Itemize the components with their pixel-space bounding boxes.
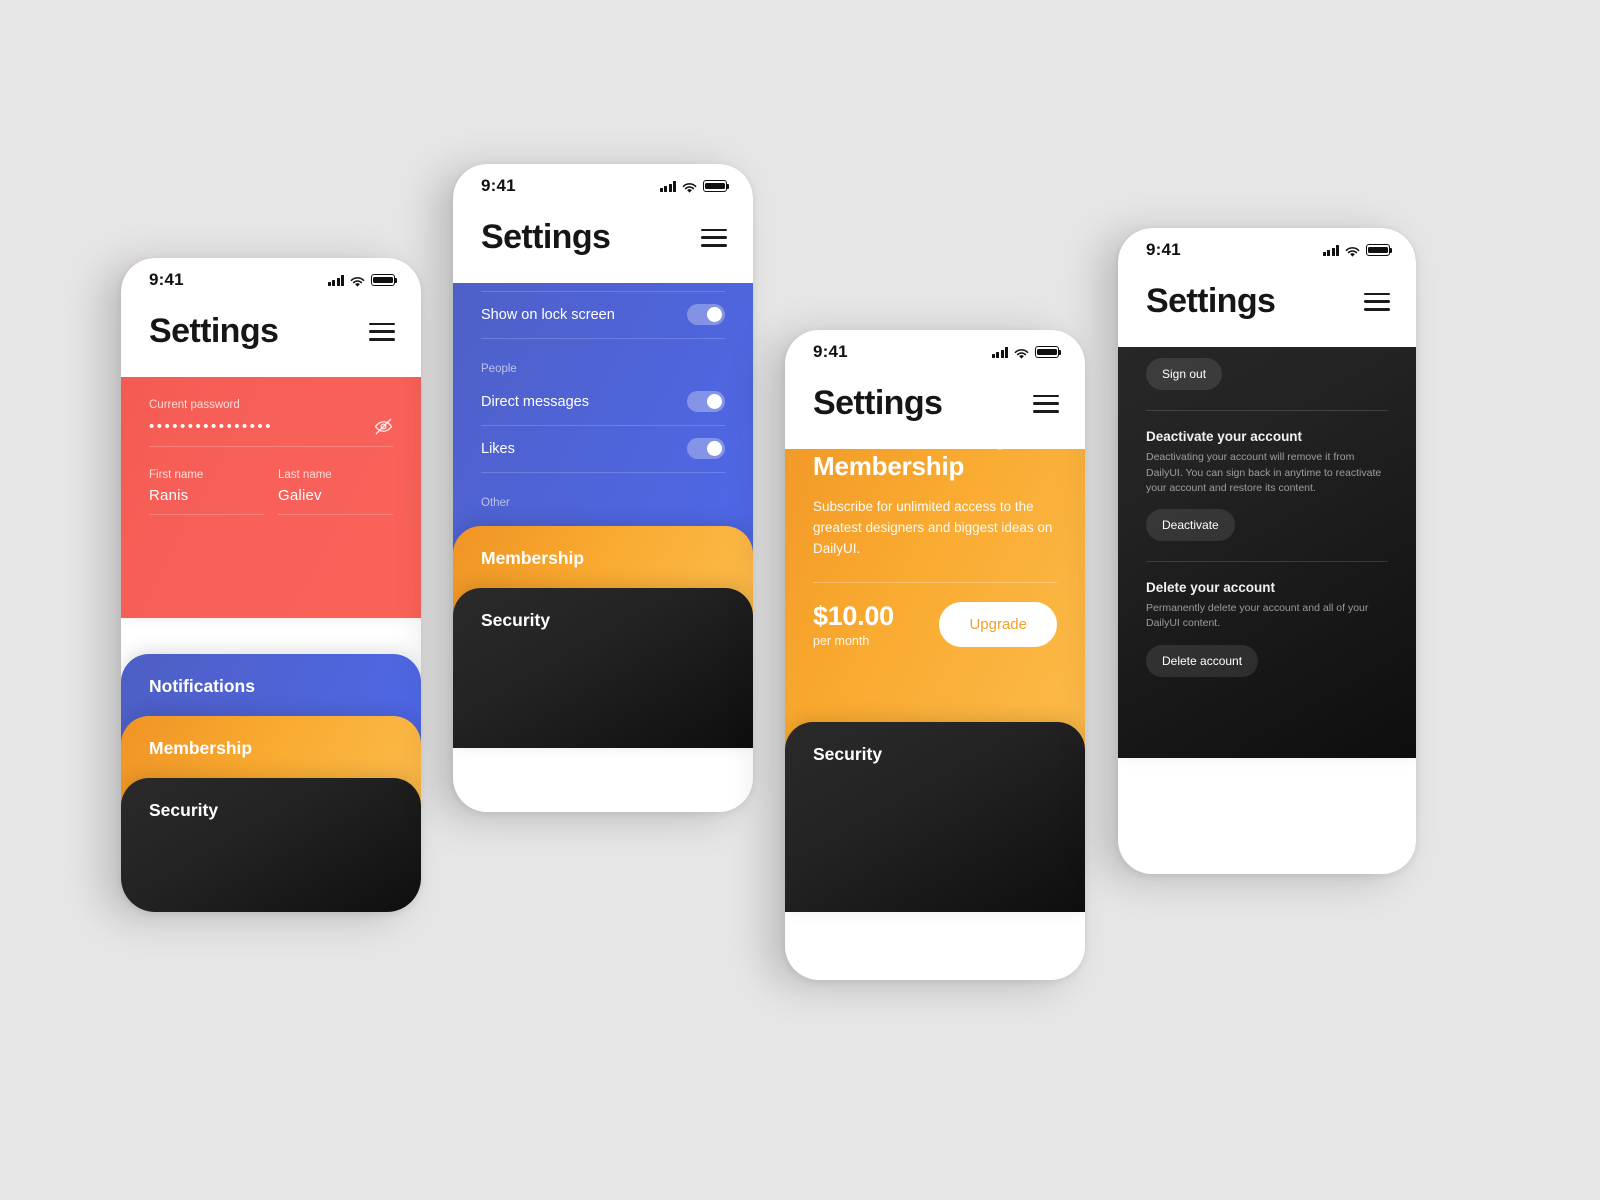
hamburger-menu-icon[interactable] bbox=[701, 228, 727, 247]
card-title: Membership bbox=[149, 738, 253, 758]
password-label: Current password bbox=[149, 399, 240, 411]
block-title: Delete your account bbox=[1146, 580, 1276, 596]
hamburger-menu-icon[interactable] bbox=[369, 322, 395, 341]
first-name-value: Ranis bbox=[149, 487, 189, 504]
page-title: Settings bbox=[813, 384, 943, 422]
hamburger-menu-icon[interactable] bbox=[1364, 292, 1390, 311]
status-time: 9:41 bbox=[1146, 240, 1181, 259]
page-title: Settings bbox=[1146, 282, 1276, 320]
status-icons bbox=[1322, 244, 1393, 257]
cellular-signal-icon bbox=[1322, 244, 1339, 256]
card-title: Security bbox=[149, 800, 219, 820]
card-security[interactable]: Security bbox=[121, 778, 421, 912]
cellular-signal-icon bbox=[327, 274, 344, 286]
battery-icon bbox=[1366, 244, 1393, 256]
divider bbox=[813, 581, 1057, 583]
phone-personal-information: 9:41 Settings Current password •••••••••… bbox=[121, 258, 421, 912]
phone-security: 9:41 Settings Sign out Deactivate your a… bbox=[1118, 228, 1416, 874]
sign-out-button[interactable]: Sign out bbox=[1146, 358, 1223, 391]
toggle-row-lock-screen[interactable]: Show on lock screen bbox=[481, 292, 725, 339]
status-icons bbox=[659, 180, 730, 193]
wifi-icon bbox=[682, 181, 697, 193]
card-title: Security bbox=[813, 744, 883, 764]
block-title: Deactivate your account bbox=[1146, 429, 1303, 445]
wifi-icon bbox=[1345, 245, 1360, 257]
block-body: Deactivating your account will remove it… bbox=[1146, 451, 1382, 494]
page-title: Settings bbox=[481, 218, 611, 256]
security-block-deactivate: Deactivate your account Deactivating you… bbox=[1146, 411, 1388, 542]
cellular-signal-icon bbox=[991, 346, 1008, 358]
toggle-label: Direct messages bbox=[481, 393, 589, 410]
last-name-value: Galiev bbox=[278, 487, 322, 504]
deactivate-button[interactable]: Deactivate bbox=[1146, 509, 1235, 542]
status-time: 9:41 bbox=[149, 270, 184, 289]
app-header: Settings bbox=[785, 374, 1085, 449]
password-field[interactable]: Current password •••••••••••••••• bbox=[149, 399, 393, 447]
first-name-field[interactable]: First name Ranis bbox=[149, 469, 264, 515]
card-security[interactable]: Security bbox=[453, 588, 753, 748]
status-time: 9:41 bbox=[813, 342, 848, 361]
cellular-signal-icon bbox=[659, 180, 676, 192]
battery-icon bbox=[703, 180, 730, 192]
app-header: Settings bbox=[453, 208, 753, 283]
wifi-icon bbox=[350, 275, 365, 287]
status-bar: 9:41 bbox=[121, 258, 421, 302]
delete-account-button[interactable]: Delete account bbox=[1146, 644, 1259, 677]
status-icons bbox=[327, 274, 398, 287]
hamburger-menu-icon[interactable] bbox=[1033, 394, 1059, 413]
wifi-icon bbox=[1014, 347, 1029, 359]
toggle-row-likes[interactable]: Likes bbox=[481, 426, 725, 473]
toggle-label: Show on lock screen bbox=[481, 306, 615, 323]
page-title: Settings bbox=[149, 312, 279, 350]
eye-off-icon[interactable] bbox=[374, 417, 393, 436]
toggle-show-on-lock-screen[interactable] bbox=[687, 304, 725, 325]
app-header: Settings bbox=[121, 302, 421, 377]
battery-icon bbox=[1035, 346, 1062, 358]
status-bar: 9:41 bbox=[1118, 228, 1416, 272]
status-time: 9:41 bbox=[481, 176, 516, 195]
toggle-row-direct-messages[interactable]: Direct messages bbox=[481, 379, 725, 426]
upgrade-button[interactable]: Upgrade bbox=[939, 601, 1057, 647]
toggle-label: Likes bbox=[481, 440, 515, 457]
status-bar: 9:41 bbox=[453, 164, 753, 208]
toggle-likes[interactable] bbox=[687, 438, 725, 459]
last-name-label: Last name bbox=[278, 469, 332, 481]
phone-membership: 9:41 Settings Membership Subscribe for u… bbox=[785, 330, 1085, 980]
card-title: Security bbox=[481, 610, 551, 630]
status-bar: 9:41 bbox=[785, 330, 1085, 374]
price-value: $10.00 bbox=[813, 600, 894, 631]
card-title: Membership bbox=[481, 548, 585, 568]
first-name-label: First name bbox=[149, 469, 204, 481]
group-label-other: Other bbox=[481, 497, 510, 509]
last-name-field[interactable]: Last name Galiev bbox=[278, 469, 393, 515]
app-header: Settings bbox=[1118, 272, 1416, 347]
password-value: •••••••••••••••• bbox=[149, 418, 274, 435]
card-security[interactable]: Security bbox=[785, 722, 1085, 912]
phone-notifications: 9:41 Settings Show on lock screen People… bbox=[453, 164, 753, 812]
screenshot-canvas: 9:41 Settings Current password •••••••••… bbox=[0, 0, 1600, 1200]
toggle-direct-messages[interactable] bbox=[687, 391, 725, 412]
block-body: Permanently delete your account and all … bbox=[1146, 602, 1369, 630]
battery-icon bbox=[371, 274, 398, 286]
price-block: $10.00 per month bbox=[813, 601, 894, 648]
security-block-delete: Delete your account Permanently delete y… bbox=[1146, 562, 1388, 677]
card-title: Notifications bbox=[149, 676, 255, 696]
status-icons bbox=[991, 346, 1062, 359]
group-label-people: People bbox=[481, 363, 517, 375]
membership-description: Subscribe for unlimited access to the gr… bbox=[813, 499, 1053, 556]
price-period: per month bbox=[813, 633, 870, 648]
